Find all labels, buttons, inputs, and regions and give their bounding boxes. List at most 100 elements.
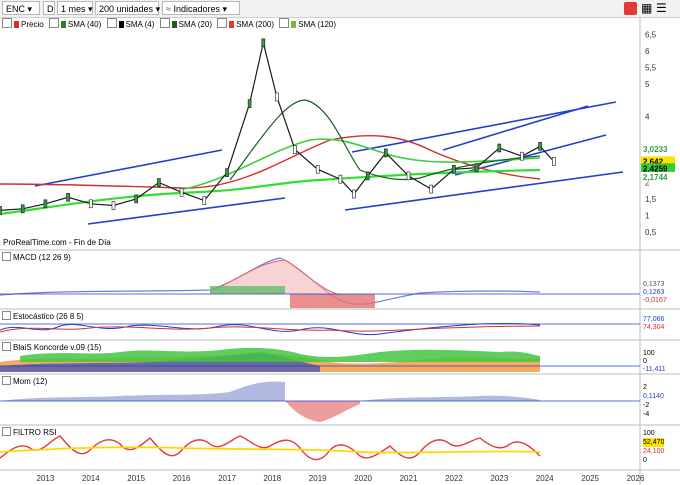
rsi-value: 0	[643, 457, 647, 464]
checkbox[interactable]	[2, 427, 11, 436]
price-candle	[111, 201, 116, 210]
units-select[interactable]: 200 unidades ▾	[95, 1, 161, 15]
x-tick-label: 2015	[127, 474, 145, 483]
mom-value: -2	[643, 402, 650, 409]
stoch-value: 77,066	[643, 316, 665, 323]
macd-signal-area	[209, 259, 341, 296]
trend-line	[344, 171, 624, 211]
toolbar: ENC ▾ D 1 mes ▾ 200 unidades ▾ ≈ Indicad…	[0, 0, 680, 18]
koncorde-value: -11,411	[643, 366, 666, 373]
sma-120-line	[0, 168, 541, 216]
legend-label: SMA (120)	[298, 20, 337, 29]
macd-value: -0,0167	[643, 297, 667, 304]
panel-separators	[0, 17, 680, 485]
checkbox[interactable]	[2, 311, 11, 320]
x-axis: 2013 2014 2015 2016 2017 2018 2019 2020 2021 2022…	[37, 474, 645, 483]
mom-negative-area	[285, 401, 360, 422]
macd-histogram-negative	[290, 294, 375, 308]
price-candle	[474, 163, 479, 172]
y-tick-label: 1,5	[645, 195, 657, 204]
rsi-title[interactable]: FILTRO RSI	[2, 427, 56, 438]
right-value-badge	[641, 163, 675, 174]
mom-value: 2	[643, 384, 647, 391]
y-tick-label: 2	[645, 179, 650, 188]
x-tick-label: 2018	[263, 474, 281, 483]
legend-item[interactable]: SMA (120)	[279, 18, 336, 31]
legend-label: SMA (40)	[67, 20, 102, 29]
rsi-signal-line	[0, 446, 541, 454]
mom-value-labels: 2 0,1140 -2 -4	[643, 383, 664, 419]
x-tick-label: 2013	[37, 474, 55, 483]
x-tick-label: 2014	[82, 474, 100, 483]
checkbox[interactable]	[159, 18, 170, 28]
price-candle	[225, 168, 229, 177]
x-tick-label: 2025	[581, 474, 599, 483]
trend-lines	[34, 101, 624, 225]
x-tick-label: 2021	[400, 474, 418, 483]
legend-swatch	[14, 21, 19, 28]
sma-40-line	[179, 138, 541, 191]
trend-line	[87, 197, 286, 225]
checkbox[interactable]	[2, 376, 11, 385]
indicators-button[interactable]: ≈ Indicadores ▾	[162, 1, 240, 15]
units-label: 200 unidades	[99, 4, 154, 14]
panel-title-text: Estocástico (26 8 5)	[13, 312, 84, 321]
checkbox[interactable]	[106, 18, 117, 28]
y-tick-label: 4	[645, 113, 650, 122]
legend-label: SMA (20)	[178, 20, 212, 29]
period-select[interactable]: 1 mes ▾	[57, 1, 93, 15]
indicators-label: Indicadores	[173, 4, 220, 14]
legend-item[interactable]: SMA (40)	[48, 18, 102, 31]
moving-averages	[0, 99, 541, 216]
legend-label: SMA (4)	[125, 20, 155, 29]
legend-swatch	[118, 21, 124, 28]
trend-line	[351, 101, 617, 153]
y-tick-label: 0,5	[645, 228, 657, 237]
stoch-title[interactable]: Estocástico (26 8 5)	[2, 311, 84, 322]
chevron-down-icon: ▾	[88, 4, 93, 14]
menu-icon[interactable]: ☰	[656, 2, 669, 15]
legend-item[interactable]: SMA (200)	[217, 18, 274, 31]
chevron-down-icon: ▾	[155, 4, 161, 14]
legend-item[interactable]: SMA (4)	[106, 18, 155, 31]
rsi-line	[0, 435, 541, 461]
price-candle	[315, 165, 320, 174]
legend-item[interactable]: SMA (20)	[159, 18, 212, 31]
legend-swatch	[171, 21, 177, 28]
macd-panel	[0, 257, 640, 308]
d-button[interactable]: D	[43, 1, 55, 15]
checkbox[interactable]	[2, 342, 11, 351]
mom-value: -4	[643, 411, 650, 418]
checkbox[interactable]	[2, 252, 11, 261]
macd-value: 0,1263	[643, 289, 665, 296]
checkbox[interactable]	[2, 18, 12, 28]
y-tick-label: 5	[645, 80, 650, 89]
mom-title[interactable]: Mom (12)	[2, 376, 47, 387]
price-candle	[497, 143, 502, 153]
price-candle	[365, 171, 370, 181]
legend-label: SMA (200)	[236, 20, 275, 29]
legend-swatch	[291, 21, 297, 28]
macd-title[interactable]: MACD (12 26 9)	[2, 252, 71, 263]
symbol-select[interactable]: ENC ▾	[2, 1, 40, 15]
x-tick-label: 2016	[173, 474, 191, 483]
sma-20-line	[229, 99, 541, 181]
right-value-badge	[641, 144, 675, 154]
checkbox[interactable]	[279, 18, 290, 28]
legend-item[interactable]: Precio	[2, 18, 44, 31]
koncorde-title[interactable]: BlaiS Koncorde v.09 (15)	[2, 342, 101, 353]
price-candle	[429, 184, 434, 194]
checkbox[interactable]	[48, 18, 59, 28]
zoom-icon[interactable]: ▦	[641, 2, 654, 15]
koncorde-blue-area	[0, 352, 320, 372]
checkbox[interactable]	[217, 18, 228, 28]
koncorde-value-labels: 100 0 -11,411	[643, 350, 666, 374]
price-series	[0, 38, 556, 215]
y-axis: 6,5 6 5,5 5 4 3 2 1,5 1 0,5	[645, 31, 657, 237]
mom-positive-area-2	[360, 395, 540, 401]
koncorde-value: 100	[643, 350, 655, 357]
right-value-labels: 3,0233 2,6422,42592,1744	[641, 144, 675, 182]
x-tick-label: 2019	[309, 474, 327, 483]
alert-icon[interactable]	[624, 2, 637, 15]
x-tick-label: 2017	[218, 474, 236, 483]
